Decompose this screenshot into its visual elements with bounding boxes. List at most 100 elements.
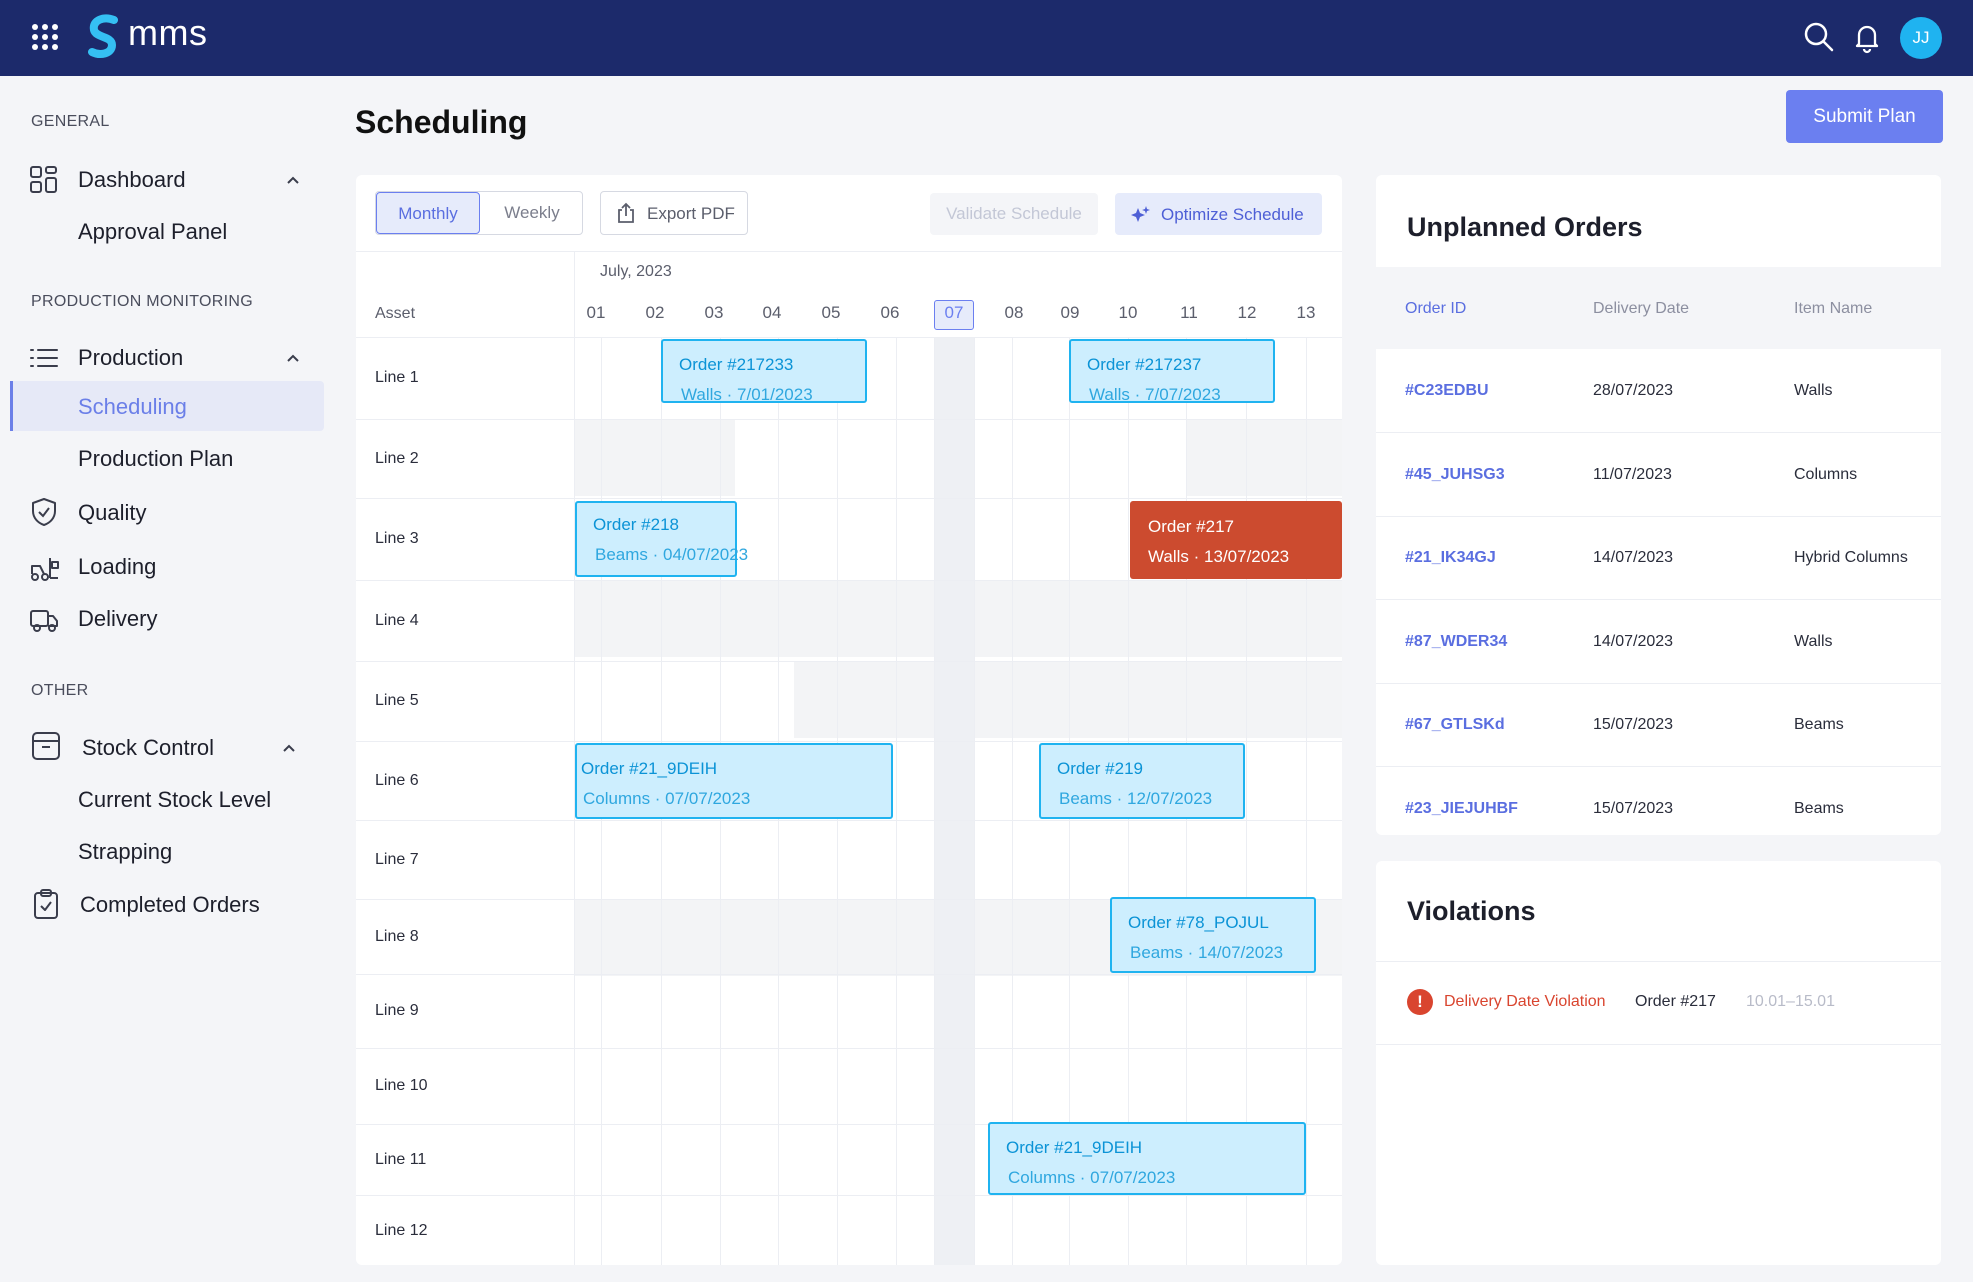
truck-icon	[30, 610, 58, 632]
table-row-divider	[1376, 683, 1941, 684]
view-tabs: Monthly Weekly	[375, 191, 583, 235]
asset-row-label: Line 11	[375, 1151, 427, 1168]
share-export-icon	[618, 202, 634, 223]
violations-title: Violations	[1407, 896, 1536, 926]
apps-grid-icon[interactable]	[30, 22, 60, 52]
order-block[interactable]: Order #217237 Walls · 7/07/2023	[1069, 339, 1275, 404]
chevron-up-icon[interactable]	[284, 349, 302, 367]
order-block[interactable]: Order #78_POJUL Beams · 14/07/2023	[1110, 897, 1316, 973]
day-label: 08	[1004, 303, 1024, 322]
item-name-cell: Columns	[1794, 466, 1858, 483]
sidebar-item-dashboard[interactable]: Dashboard	[78, 167, 186, 193]
order-detail: Beams · 14/07/2023	[1130, 943, 1284, 962]
delivery-date-cell: 11/07/2023	[1593, 466, 1672, 483]
tab-weekly[interactable]: Weekly	[480, 192, 584, 234]
grid-row-line	[356, 419, 1342, 420]
unavailable-block	[575, 419, 735, 496]
unplanned-orders-title: Unplanned Orders	[1407, 212, 1643, 242]
unplanned-orders-card: Unplanned Orders Order ID Delivery Date …	[1376, 175, 1941, 835]
search-icon[interactable]	[1802, 20, 1836, 54]
grid-column-line	[896, 337, 897, 1265]
grid-row-line	[356, 741, 1342, 742]
grid-column-line	[974, 337, 975, 1265]
sidebar-item-delivery[interactable]: Delivery	[78, 606, 157, 632]
chevron-up-icon[interactable]	[284, 171, 302, 189]
delivery-date-cell: 14/07/2023	[1593, 633, 1674, 650]
order-id-link[interactable]: #23_JIEJUHBF	[1405, 800, 1518, 818]
alert-icon: !	[1407, 989, 1433, 1015]
sidebar-item-approval-panel[interactable]: Approval Panel	[78, 219, 227, 245]
day-label: 11	[1180, 303, 1198, 322]
sidebar-item-loading[interactable]: Loading	[78, 554, 156, 580]
sidebar-item-current-stock-level[interactable]: Current Stock Level	[78, 787, 271, 813]
day-label: 10	[1118, 303, 1138, 322]
grid-row-line	[356, 974, 1342, 975]
chevron-up-icon[interactable]	[280, 739, 298, 757]
grid-column-line	[934, 337, 935, 1265]
order-id-link[interactable]: #C23EDBU	[1405, 382, 1489, 400]
order-block[interactable]: Order #21_9DEIH Columns · 07/07/2023	[575, 743, 893, 819]
day-label: 06	[880, 303, 900, 322]
delivery-date-cell: 14/07/2023	[1593, 549, 1674, 566]
item-name-cell: Walls	[1794, 633, 1833, 650]
order-block[interactable]: Order #218 Beams · 04/07/2023	[575, 501, 748, 577]
sidebar-item-completed-orders[interactable]: Completed Orders	[80, 892, 260, 918]
grid-row-line	[356, 580, 1342, 581]
list-icon	[30, 349, 58, 367]
violation-order[interactable]: Order #217	[1635, 993, 1716, 1011]
sidebar-item-stock-control[interactable]: Stock Control	[82, 735, 214, 761]
delivery-date-cell: 28/07/2023	[1593, 382, 1674, 399]
day-label: 07	[944, 303, 964, 322]
clipboard-check-icon	[34, 889, 58, 919]
violation-type[interactable]: Delivery Date Violation	[1444, 993, 1606, 1011]
shield-check-icon	[32, 498, 56, 526]
validate-schedule-button[interactable]: Validate Schedule	[930, 193, 1098, 235]
table-row-divider	[1376, 766, 1941, 767]
asset-row-label: Line 8	[375, 928, 419, 945]
item-name-cell: Beams	[1794, 800, 1844, 817]
order-title: Order #219	[1057, 759, 1143, 778]
order-id-link[interactable]: #45_JUHSG3	[1405, 466, 1505, 484]
column-header-delivery-date[interactable]: Delivery Date	[1593, 300, 1689, 318]
order-detail: Beams · 12/07/2023	[1059, 789, 1213, 808]
order-title: Order #218	[593, 515, 679, 534]
asset-row-label: Line 12	[375, 1222, 428, 1239]
order-block-violation[interactable]: Order #217 Walls · 13/07/2023	[1130, 501, 1342, 579]
sparkle-icon	[1131, 206, 1150, 222]
order-block[interactable]: Order #21_9DEIH Columns · 07/07/2023	[988, 1122, 1306, 1195]
sidebar-item-production[interactable]: Production	[78, 345, 183, 371]
asset-header: Asset	[375, 305, 416, 322]
archive-box-icon	[32, 732, 60, 760]
sidebar-item-production-plan[interactable]: Production Plan	[78, 446, 233, 472]
order-title: Order #217237	[1087, 355, 1202, 374]
sidebar-item-quality[interactable]: Quality	[78, 500, 146, 526]
order-title: Order #217233	[679, 355, 794, 374]
sidebar-item-strapping[interactable]: Strapping	[78, 839, 172, 865]
asset-row-label: Line 5	[375, 692, 419, 709]
sidebar: GENERAL Dashboard Approval Panel PRODUCT…	[0, 76, 345, 1282]
toolbar-divider	[356, 251, 1342, 252]
submit-plan-button[interactable]: Submit Plan	[1786, 90, 1943, 143]
order-block[interactable]: Order #219 Beams · 12/07/2023	[1039, 743, 1245, 819]
column-header-order-id[interactable]: Order ID	[1405, 300, 1466, 318]
optimize-schedule-button[interactable]: Optimize Schedule	[1115, 193, 1322, 235]
delivery-date-cell: 15/07/2023	[1593, 716, 1674, 733]
order-id-link[interactable]: #21_IK34GJ	[1405, 549, 1496, 567]
order-id-link[interactable]: #67_GTLSKd	[1405, 716, 1505, 734]
grid-row-line	[356, 661, 1342, 662]
optimize-schedule-label: Optimize Schedule	[1161, 205, 1304, 224]
user-avatar[interactable]: JJ	[1900, 17, 1942, 59]
order-id-link[interactable]: #87_WDER34	[1405, 633, 1507, 651]
tab-monthly[interactable]: Monthly	[376, 192, 480, 234]
table-row-divider	[1376, 516, 1941, 517]
export-pdf-button[interactable]: Export PDF	[600, 191, 748, 235]
order-detail: Columns · 07/07/2023	[1008, 1168, 1176, 1187]
order-detail: Walls · 13/07/2023	[1148, 547, 1290, 566]
order-block[interactable]: Order #217233 Walls · 7/01/2023	[661, 339, 867, 404]
section-production-monitoring: PRODUCTION MONITORING	[31, 293, 254, 310]
bell-icon[interactable]	[1850, 20, 1884, 54]
day-label: 09	[1060, 303, 1080, 322]
item-name-cell: Hybrid Columns	[1794, 549, 1908, 566]
sidebar-item-scheduling[interactable]: Scheduling	[78, 394, 187, 420]
column-header-item-name[interactable]: Item Name	[1794, 300, 1872, 318]
